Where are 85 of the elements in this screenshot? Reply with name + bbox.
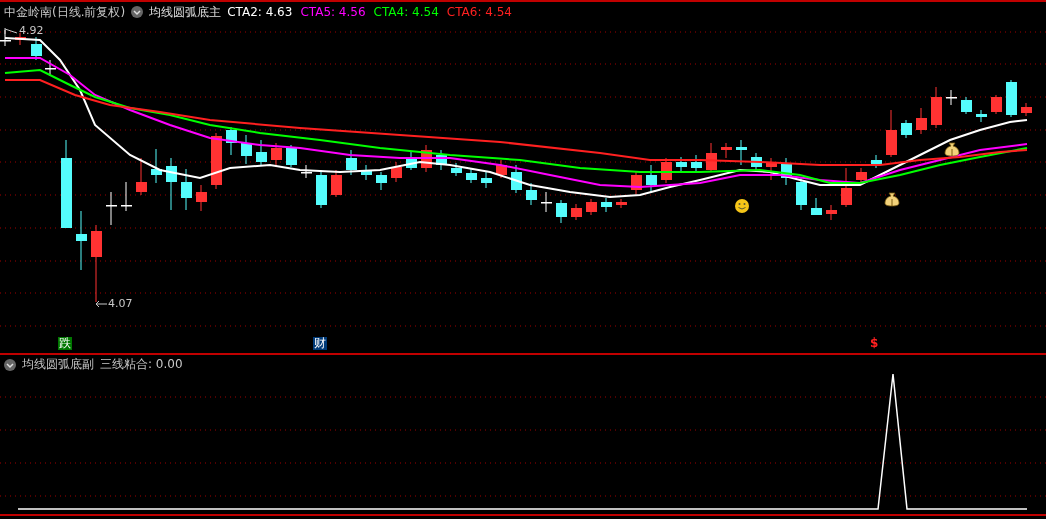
candle <box>526 182 537 206</box>
candle <box>601 197 612 213</box>
indicator-value: CTA2: 4.63 <box>227 5 293 19</box>
candle <box>886 109 897 158</box>
candle <box>301 164 312 179</box>
candle <box>256 139 267 166</box>
candle <box>751 152 762 171</box>
candle <box>766 157 777 181</box>
candle <box>631 171 642 195</box>
candle <box>121 181 132 212</box>
candle <box>31 36 42 61</box>
candle <box>316 169 327 209</box>
candle <box>76 210 87 271</box>
candle <box>721 142 732 159</box>
candle <box>496 159 507 179</box>
candle <box>676 156 687 173</box>
signal-mark: $ <box>870 337 879 350</box>
candle <box>736 139 747 166</box>
candle <box>961 96 972 115</box>
candle <box>196 184 207 212</box>
candle <box>346 149 357 176</box>
security-title: 中金岭南(日线.前复权) <box>4 3 126 21</box>
candle <box>45 59 56 77</box>
dropdown-icon[interactable] <box>131 6 144 18</box>
high-price-label: 4.92 <box>19 24 44 37</box>
candle <box>271 142 282 167</box>
candle <box>481 171 492 189</box>
candle <box>166 157 177 211</box>
arrow-icon <box>95 299 107 308</box>
candle <box>646 164 657 193</box>
candle <box>541 191 552 213</box>
candle <box>661 157 672 184</box>
arrow-icon <box>4 26 18 35</box>
indicator-value: CTA6: 4.54 <box>446 5 512 19</box>
candle <box>931 86 942 129</box>
candle <box>136 157 147 196</box>
candle <box>211 132 222 190</box>
indicator-value: 三线粘合: 0.00 <box>100 356 183 373</box>
signal-tag: 跌 <box>58 337 72 350</box>
candle <box>856 167 867 183</box>
signal-tag: 财 <box>313 337 327 350</box>
candle <box>466 167 477 184</box>
candle <box>811 197 822 216</box>
candle <box>241 134 252 165</box>
candle <box>451 162 462 177</box>
candle <box>691 154 702 173</box>
candle <box>151 148 162 184</box>
candle <box>571 203 582 221</box>
candle <box>391 161 402 183</box>
candle <box>976 109 987 123</box>
candle <box>361 164 372 181</box>
candle <box>1006 79 1017 118</box>
indicator-name: 均线圆弧底副 <box>22 356 94 373</box>
candle <box>331 169 342 198</box>
candle <box>586 198 597 216</box>
candle <box>871 154 882 169</box>
candle <box>946 89 957 106</box>
candle <box>706 142 717 173</box>
candle <box>511 164 522 194</box>
dropdown-icon[interactable] <box>4 358 16 371</box>
candle <box>826 204 837 221</box>
indicator-name: 均线圆弧底主 <box>149 3 222 21</box>
low-price-label: 4.07 <box>108 297 133 310</box>
candle <box>901 119 912 139</box>
money-bag-icon <box>884 192 900 207</box>
candle <box>421 144 432 173</box>
candle <box>106 191 117 226</box>
indicator-value: CTA4: 4.54 <box>373 5 439 19</box>
candle <box>616 198 627 209</box>
candle <box>556 199 567 224</box>
money-bag-icon <box>944 142 960 157</box>
candle <box>1021 102 1032 117</box>
smiley-icon <box>735 199 749 213</box>
candle <box>15 32 26 46</box>
candle <box>286 144 297 168</box>
candle <box>781 157 792 186</box>
candle <box>916 107 927 135</box>
candle <box>841 167 852 208</box>
candle <box>376 171 387 191</box>
candle <box>991 94 1002 115</box>
candle <box>436 149 447 171</box>
candle <box>226 126 237 156</box>
candle <box>406 151 417 171</box>
candle <box>181 168 192 211</box>
indicator-value: CTA5: 4.56 <box>300 5 366 19</box>
